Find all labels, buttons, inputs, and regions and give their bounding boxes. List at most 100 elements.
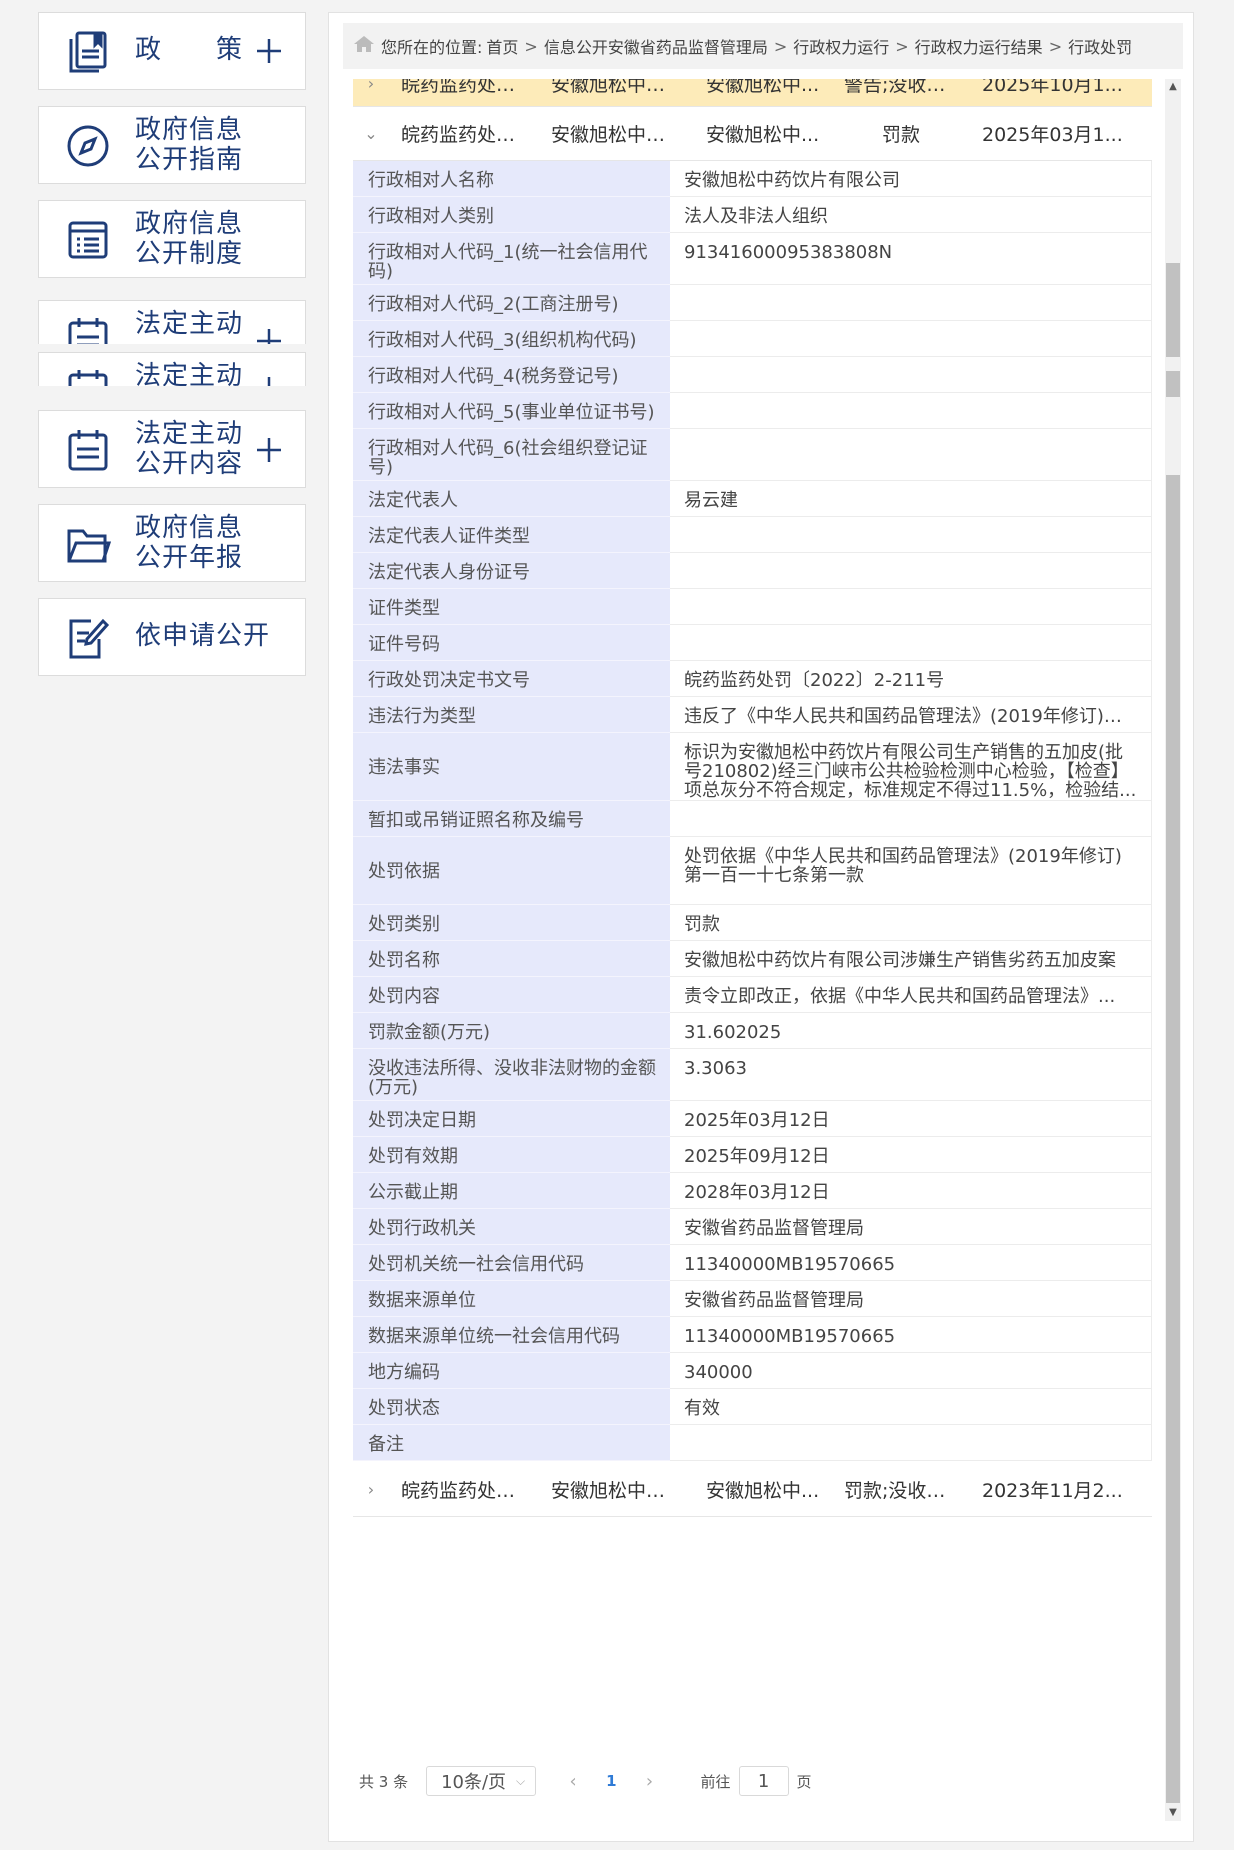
detail-value <box>670 589 1152 625</box>
breadcrumb-separator: > <box>524 36 538 56</box>
goto-label: 前往 <box>700 1772 731 1791</box>
nav-content-stub-1[interactable]: 法定主动 <box>38 300 306 344</box>
breadcrumb-separator: > <box>1048 36 1063 56</box>
detail-value <box>670 517 1152 553</box>
cell-penalty-type: 警告;没收违... <box>844 79 964 96</box>
detail-label: 公示截止期 <box>353 1173 670 1209</box>
cell-doc-number: 皖药监药处罚〔2... <box>401 124 539 146</box>
nav-apply-label: 依申请公开 <box>135 621 271 651</box>
nav-annual[interactable]: 政府信息 公开年报 <box>38 504 306 582</box>
detail-value: 11340000MB19570665 <box>670 1245 1152 1281</box>
chevron-right-icon[interactable]: › <box>353 1480 389 1499</box>
next-page-button[interactable]: › <box>637 1771 663 1792</box>
detail-label: 法定代表人证件类型 <box>353 517 670 553</box>
detail-value: 法人及非法人组织 <box>670 197 1152 233</box>
nav-apply[interactable]: 依申请公开 <box>38 598 306 676</box>
detail-label: 地方编码 <box>353 1353 670 1389</box>
table-row[interactable]: › 皖药监药处罚〔2... 安徽旭松中药... 安徽旭松中... 警告;没收违.… <box>353 79 1152 107</box>
nav-content[interactable]: 法定主动 公开内容 <box>38 410 306 488</box>
table-row[interactable]: › 皖药监药处罚〔2... 安徽旭松中药... 安徽旭松中... 罚款;没收违.… <box>353 1463 1152 1517</box>
detail-row: 处罚类别 罚款 <box>353 905 1152 941</box>
detail-value <box>670 393 1152 429</box>
detail-value: 3.3063 <box>670 1049 1152 1101</box>
plus-icon[interactable] <box>255 37 283 65</box>
scroll-thumb[interactable] <box>1166 475 1180 1803</box>
vertical-scrollbar[interactable]: ▲ ▼ <box>1165 79 1181 1821</box>
detail-value: 31.602025 <box>670 1013 1152 1049</box>
detail-label: 行政相对人类别 <box>353 197 670 233</box>
detail-row: 违法事实 标识为安徽旭松中药饮片有限公司生产销售的五加皮(批号210802)经三门… <box>353 733 1152 801</box>
detail-label: 行政相对人名称 <box>353 161 670 197</box>
goto-page-input[interactable] <box>738 1766 789 1796</box>
detail-value: 责令立即改正，依据《中华人民共和国药品管理法》... <box>670 977 1152 1013</box>
breadcrumb-penalty[interactable]: 行政处罚 <box>1068 34 1132 58</box>
book-icon <box>65 29 111 75</box>
detail-value: 340000 <box>670 1353 1152 1389</box>
detail-row: 行政处罚决定书文号 皖药监药处罚〔2022〕2-211号 <box>353 661 1152 697</box>
breadcrumb-admin-power[interactable]: 行政权力运行 <box>793 34 889 58</box>
detail-value: 罚款 <box>670 905 1152 941</box>
detail-row: 行政相对人代码_6(社会组织登记证号) <box>353 429 1152 481</box>
edit-icon <box>65 615 111 661</box>
breadcrumb-results[interactable]: 行政权力运行结果 <box>915 34 1043 58</box>
detail-row: 处罚依据 处罚依据《中华人民共和国药品管理法》(2019年修订)第一百一十七条第一… <box>353 837 1152 905</box>
detail-label: 行政相对人代码_6(社会组织登记证号) <box>353 429 670 481</box>
detail-row: 证件号码 <box>353 625 1152 661</box>
detail-row: 处罚有效期 2025年09月12日 <box>353 1137 1152 1173</box>
detail-label: 处罚类别 <box>353 905 670 941</box>
plus-icon[interactable] <box>255 436 283 464</box>
detail-value: 处罚依据《中华人民共和国药品管理法》(2019年修订)第一百一十七条第一款 <box>670 837 1152 905</box>
detail-label: 处罚名称 <box>353 941 670 977</box>
detail-value: 91341600095383808N <box>670 233 1152 285</box>
chevron-right-icon[interactable]: › <box>353 79 389 93</box>
detail-row: 法定代表人证件类型 <box>353 517 1152 553</box>
cell-doc-number: 皖药监药处罚〔2... <box>401 79 539 96</box>
folder-icon <box>65 521 111 567</box>
detail-label: 行政相对人代码_1(统一社会信用代码) <box>353 233 670 285</box>
nav-content-label: 法定主动 公开内容 <box>135 419 244 479</box>
detail-value <box>670 1425 1152 1461</box>
nav-content-stub-2[interactable]: 法定主动 <box>38 352 306 386</box>
scroll-thumb[interactable] <box>1166 263 1180 357</box>
detail-row: 数据来源单位 安徽省药品监督管理局 <box>353 1281 1152 1317</box>
nav-system[interactable]: 政府信息 公开制度 <box>38 200 306 278</box>
detail-row: 行政相对人代码_2(工商注册号) <box>353 285 1152 321</box>
detail-value <box>670 553 1152 589</box>
plus-icon[interactable] <box>255 327 283 344</box>
detail-row: 地方编码 340000 <box>353 1353 1152 1389</box>
scroll-thumb[interactable] <box>1166 371 1180 397</box>
cell-party-short: 安徽旭松中... <box>706 1480 820 1502</box>
page-number[interactable]: 1 <box>606 1772 616 1790</box>
detail-row: 处罚状态 有效 <box>353 1389 1152 1425</box>
detail-label: 罚款金额(万元) <box>353 1013 670 1049</box>
detail-row: 备注 <box>353 1425 1152 1461</box>
plus-icon[interactable] <box>255 375 283 386</box>
detail-label: 处罚行政机关 <box>353 1209 670 1245</box>
chevron-down-icon[interactable]: ⌄ <box>353 124 389 143</box>
detail-row: 违法行为类型 违反了《中华人民共和国药品管理法》(2019年修订)第... <box>353 697 1152 733</box>
cell-date: 2025年03月1... <box>982 124 1123 146</box>
table-row-expanded[interactable]: ⌄ 皖药监药处罚〔2... 安徽旭松中药... 安徽旭松中... 罚款 2025… <box>353 107 1152 161</box>
detail-row: 行政相对人代码_1(统一社会信用代码) 91341600095383808N <box>353 233 1152 285</box>
nav-policy[interactable]: 政 策 <box>38 12 306 90</box>
detail-row: 证件类型 <box>353 589 1152 625</box>
home-icon[interactable] <box>353 35 375 57</box>
detail-label: 处罚机关统一社会信用代码 <box>353 1245 670 1281</box>
calendar-icon <box>65 315 111 344</box>
page-size-select[interactable]: 10条/页 ⌵ <box>426 1766 537 1796</box>
detail-label: 暂扣或吊销证照名称及编号 <box>353 801 670 837</box>
nav-guide[interactable]: 政府信息 公开指南 <box>38 106 306 184</box>
cell-party: 安徽旭松中药... <box>551 124 684 146</box>
breadcrumb-agency[interactable]: 信息公开安徽省药品监督管理局 <box>544 34 768 58</box>
scroll-up-icon[interactable]: ▲ <box>1165 79 1181 95</box>
breadcrumb-home[interactable]: 首页 <box>486 34 518 58</box>
prev-page-button[interactable]: ‹ <box>560 1771 586 1792</box>
detail-value: 11340000MB19570665 <box>670 1317 1152 1353</box>
scroll-down-icon[interactable]: ▼ <box>1165 1805 1181 1821</box>
detail-label: 数据来源单位 <box>353 1281 670 1317</box>
detail-label: 处罚内容 <box>353 977 670 1013</box>
total-count: 共 3 条 <box>359 1772 409 1791</box>
cell-penalty-type: 罚款 <box>881 124 920 146</box>
detail-value: 安徽省药品监督管理局 <box>670 1209 1152 1245</box>
detail-value: 安徽省药品监督管理局 <box>670 1281 1152 1317</box>
